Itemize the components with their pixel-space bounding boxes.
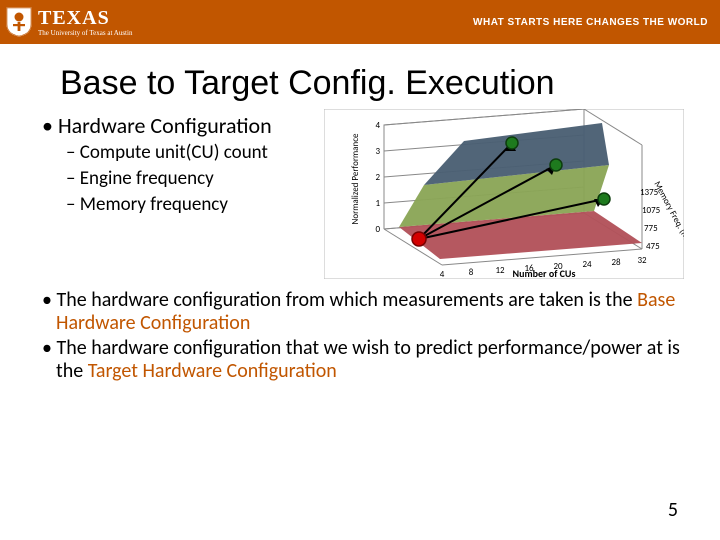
list-item-label: Compute unit(CU) count xyxy=(80,141,268,164)
list-item: • The hardware configuration that we wis… xyxy=(42,337,686,383)
list-item-text: The hardware configuration from which me… xyxy=(56,288,637,312)
axis-tick: 32 xyxy=(637,255,647,266)
axis-tick: 4 xyxy=(375,120,380,131)
upper-row: • Hardware Configuration – Compute unit(… xyxy=(0,113,720,279)
brand-header: TEXAS The University of Texas at Austin … xyxy=(0,0,720,44)
brand-subtitle: The University of Texas at Austin xyxy=(38,30,132,37)
list-item: • Hardware Configuration xyxy=(42,113,316,138)
base-point-marker xyxy=(412,232,426,246)
target-point-marker xyxy=(506,137,518,149)
axis-tick: 3 xyxy=(375,146,380,157)
surface-chart: 0 1 2 3 4 Normalized Performance 4 8 12 … xyxy=(324,109,684,279)
list-item-label: Engine frequency xyxy=(80,167,214,190)
axis-tick: 2 xyxy=(375,172,380,183)
brand-logo: TEXAS The University of Texas at Austin xyxy=(6,7,132,37)
axis-tick: 28 xyxy=(611,257,621,268)
list-item: – Memory frequency xyxy=(66,194,316,216)
axis-label-z: Normalized Performance xyxy=(350,133,361,224)
axis-tick: 1075 xyxy=(642,205,661,216)
target-point-marker xyxy=(598,193,610,205)
list-item-label: Memory frequency xyxy=(80,193,228,216)
axis-tick: 775 xyxy=(644,223,658,234)
page-number: 5 xyxy=(668,498,678,522)
axis-tick: 0 xyxy=(375,224,380,235)
emphasis-text: Target Hardware Configuration xyxy=(88,359,337,383)
list-item: • The hardware configuration from which … xyxy=(42,289,686,335)
list-item: – Engine frequency xyxy=(66,168,316,190)
axis-tick: 1 xyxy=(375,198,380,209)
target-point-marker xyxy=(550,159,562,171)
hw-config-list: • Hardware Configuration – Compute unit(… xyxy=(36,113,316,279)
axis-tick: 4 xyxy=(440,269,445,279)
list-item-label: Hardware Configuration xyxy=(58,112,272,139)
list-item: – Compute unit(CU) count xyxy=(66,142,316,164)
shield-icon xyxy=(6,7,32,37)
lower-bullets: • The hardware configuration from which … xyxy=(0,279,720,383)
brand-tagline: WHAT STARTS HERE CHANGES THE WORLD xyxy=(473,17,708,28)
axis-tick: 8 xyxy=(469,267,474,278)
axis-tick: 24 xyxy=(582,259,592,270)
brand-title: TEXAS xyxy=(38,8,132,28)
slide-title: Base to Target Config. Execution xyxy=(60,64,692,103)
axis-tick: 12 xyxy=(495,265,505,276)
axis-label-x: Number of CUs xyxy=(513,267,576,279)
axis-tick: 475 xyxy=(646,241,660,252)
brand-text: TEXAS The University of Texas at Austin xyxy=(38,8,132,37)
